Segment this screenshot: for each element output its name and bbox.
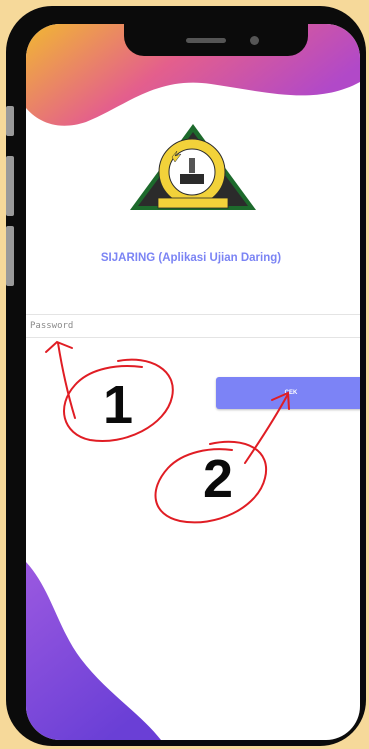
side-button xyxy=(6,106,14,136)
speaker-icon xyxy=(186,38,226,43)
cek-button[interactable]: CEK xyxy=(216,377,360,409)
side-button xyxy=(6,226,14,286)
password-input[interactable] xyxy=(26,314,360,338)
phone-notch xyxy=(124,24,308,56)
school-logo xyxy=(130,124,256,210)
side-button xyxy=(6,156,14,216)
app-title: SIJARING (Aplikasi Ujian Daring) xyxy=(100,252,282,264)
phone-frame: SIJARING (Aplikasi Ujian Daring) CEK xyxy=(6,6,366,746)
app-screen: SIJARING (Aplikasi Ujian Daring) CEK xyxy=(26,24,360,740)
camera-icon xyxy=(250,36,259,45)
